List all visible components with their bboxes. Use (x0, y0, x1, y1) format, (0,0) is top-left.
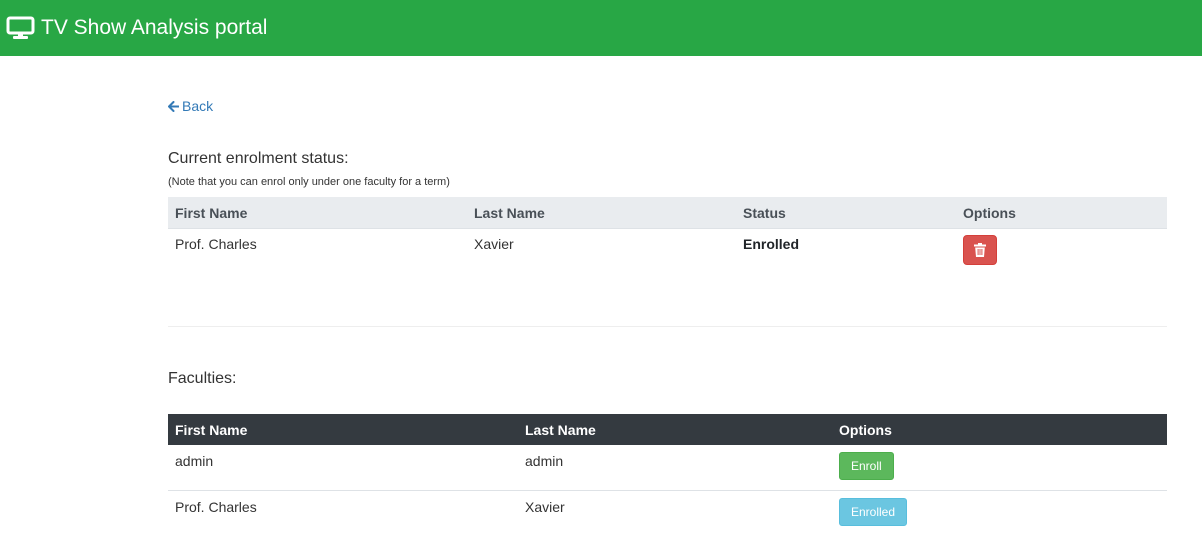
first-name-cell: Prof. Charles (168, 489, 518, 535)
first-name-cell: Prof. Charles (175, 236, 257, 252)
faculties-table: First Name Last Name Options admin admin… (168, 414, 1167, 535)
last-name-cell: Xavier (518, 489, 832, 535)
monitor-icon (6, 16, 35, 40)
table-row: Prof. Charles Xavier Enrolled (168, 229, 1167, 274)
top-navbar: TV Show Analysis portal (0, 0, 1202, 56)
options-cell: Enroll (832, 445, 1167, 490)
column-header-options: Options (839, 421, 892, 438)
brand-link[interactable]: TV Show Analysis portal (6, 16, 267, 40)
back-link[interactable]: Back (168, 98, 213, 114)
brand-title: TV Show Analysis portal (41, 16, 268, 39)
arrow-left-icon (168, 100, 179, 112)
column-header-first-name: First Name (168, 197, 467, 229)
section-divider (168, 326, 1167, 327)
delete-enrolment-button[interactable] (963, 235, 997, 265)
options-cell (956, 229, 1167, 274)
enrolment-note: (Note that you can enrol only under one … (168, 176, 450, 188)
faculties-title: Faculties: (168, 370, 237, 387)
back-label[interactable]: Back (182, 98, 213, 114)
enroll-button[interactable]: Enroll (839, 452, 894, 480)
trash-icon (974, 243, 986, 257)
faculties-table-header: First Name Last Name Options (168, 414, 1167, 445)
last-name-cell: admin (525, 453, 564, 469)
column-header-options: Options (956, 197, 1167, 229)
enrolment-status-title: Current enrolment status: (168, 150, 349, 167)
column-header-last-name: Last Name (467, 197, 736, 229)
options-cell: Enrolled (832, 489, 1167, 535)
enrolment-table-header: First Name Last Name Status Options (168, 197, 1167, 229)
table-row: admin admin Enroll (168, 445, 1167, 490)
column-header-status: Status (736, 197, 956, 229)
first-name-cell: admin (175, 453, 214, 469)
table-row: Prof. Charles Xavier Enrolled (168, 489, 1167, 535)
enrolled-button[interactable]: Enrolled (839, 497, 908, 526)
enrolment-table: First Name Last Name Status Options Prof… (168, 197, 1167, 274)
column-header-first-name: First Name (175, 421, 248, 438)
status-cell: Enrolled (743, 236, 800, 252)
last-name-cell: Xavier (474, 236, 514, 252)
column-header-last-name: Last Name (525, 421, 596, 438)
